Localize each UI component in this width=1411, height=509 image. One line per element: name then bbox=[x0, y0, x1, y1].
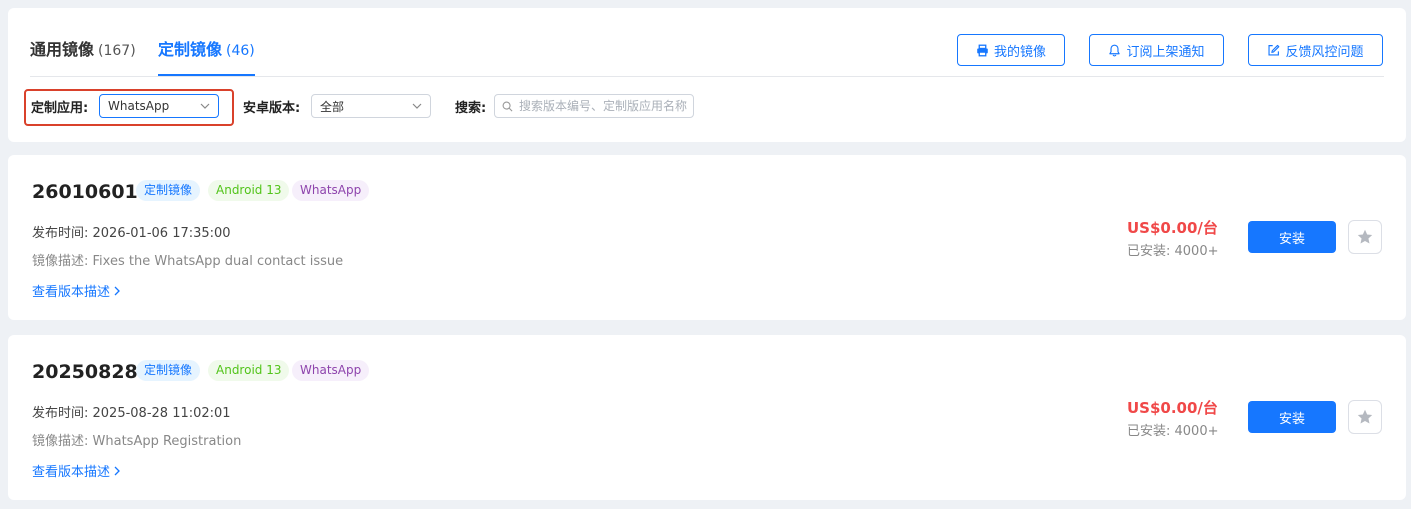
app-filter-value: WhatsApp bbox=[108, 99, 170, 113]
install-count: 已安装: 4000+ bbox=[1127, 244, 1219, 259]
image-description: 镜像描述: Fixes the WhatsApp dual contact is… bbox=[32, 254, 344, 269]
chevron-down-icon bbox=[200, 103, 210, 109]
tag-image-type: 定制镜像 bbox=[136, 180, 201, 201]
filter-panel: 通用镜像 (167) 定制镜像 (46) 我的镜像 订阅上架通知 反馈风控问题 定制… bbox=[8, 8, 1406, 142]
subscribe-label: 订阅上架通知 bbox=[1126, 44, 1205, 60]
release-time: 发布时间: 2026-01-06 17:35:00 bbox=[32, 226, 231, 241]
tab-general-images[interactable]: 通用镜像 (167) bbox=[30, 36, 136, 60]
image-version: 20250828 bbox=[32, 361, 138, 383]
my-images-button[interactable]: 我的镜像 bbox=[957, 34, 1065, 66]
feedback-risk-button[interactable]: 反馈风控问题 bbox=[1248, 34, 1383, 66]
android-version-label: 安卓版本: bbox=[243, 101, 301, 116]
view-version-description-link[interactable]: 查看版本描述 bbox=[32, 461, 121, 480]
view-link-label: 查看版本描述 bbox=[32, 465, 111, 480]
chevron-down-icon bbox=[412, 103, 422, 109]
price: US$0.00/台 bbox=[1127, 399, 1218, 417]
tab-custom-count: (46) bbox=[226, 43, 255, 59]
tab-custom-images[interactable]: 定制镜像 (46) bbox=[158, 36, 255, 60]
image-card: 20250828 定制镜像 Android 13 WhatsApp 发布时间: … bbox=[8, 335, 1406, 500]
tab-general-count: (167) bbox=[98, 43, 136, 59]
favorite-button[interactable] bbox=[1348, 400, 1382, 434]
chevron-right-icon bbox=[114, 466, 120, 475]
edit-icon bbox=[1268, 44, 1280, 56]
tag-app: WhatsApp bbox=[292, 360, 370, 381]
feedback-label: 反馈风控问题 bbox=[1285, 44, 1364, 60]
install-button-label: 安装 bbox=[1278, 231, 1305, 247]
tag-android-version: Android 13 bbox=[208, 180, 290, 201]
tab-divider bbox=[30, 76, 1384, 77]
install-button-label: 安装 bbox=[1278, 411, 1305, 427]
subscribe-notification-button[interactable]: 订阅上架通知 bbox=[1089, 34, 1224, 66]
app-filter-select[interactable]: WhatsApp bbox=[99, 94, 219, 118]
install-button[interactable]: 安装 bbox=[1248, 221, 1336, 253]
view-link-label: 查看版本描述 bbox=[32, 285, 111, 300]
view-version-description-link[interactable]: 查看版本描述 bbox=[32, 281, 121, 300]
search-icon bbox=[502, 101, 513, 111]
search-box bbox=[494, 94, 694, 118]
install-button[interactable]: 安装 bbox=[1248, 401, 1336, 433]
active-tab-indicator bbox=[158, 74, 255, 76]
android-version-value: 全部 bbox=[320, 99, 345, 114]
printer-icon bbox=[977, 44, 988, 56]
price: US$0.00/台 bbox=[1127, 219, 1218, 237]
my-images-label: 我的镜像 bbox=[993, 44, 1046, 60]
tag-app: WhatsApp bbox=[292, 180, 370, 201]
star-icon bbox=[1357, 229, 1373, 244]
image-card: 26010601 定制镜像 Android 13 WhatsApp 发布时间: … bbox=[8, 155, 1406, 320]
tab-custom-label: 定制镜像 bbox=[158, 40, 223, 59]
search-input[interactable] bbox=[519, 99, 689, 113]
tag-image-type: 定制镜像 bbox=[136, 360, 201, 381]
image-description: 镜像描述: WhatsApp Registration bbox=[32, 434, 242, 449]
tab-general-label: 通用镜像 bbox=[30, 40, 95, 59]
release-time: 发布时间: 2025-08-28 11:02:01 bbox=[32, 406, 231, 421]
app-filter-label: 定制应用: bbox=[31, 101, 89, 116]
tag-android-version: Android 13 bbox=[208, 360, 290, 381]
android-version-select[interactable]: 全部 bbox=[311, 94, 431, 118]
image-version: 26010601 bbox=[32, 181, 138, 203]
chevron-right-icon bbox=[114, 286, 120, 295]
star-icon bbox=[1357, 409, 1373, 424]
bell-icon bbox=[1109, 44, 1121, 56]
search-label: 搜索: bbox=[455, 101, 487, 116]
install-count: 已安装: 4000+ bbox=[1127, 424, 1219, 439]
favorite-button[interactable] bbox=[1348, 220, 1382, 254]
